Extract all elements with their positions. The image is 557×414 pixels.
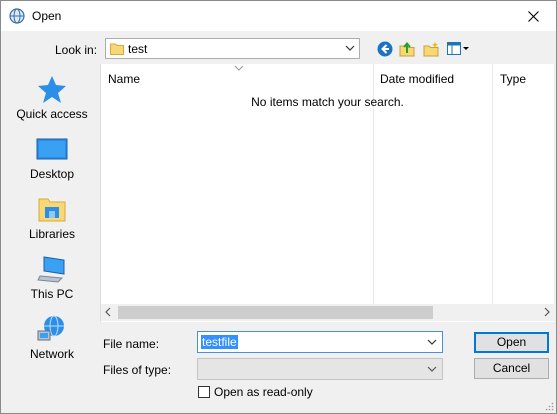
files-of-type-label: Files of type: [103,363,172,377]
look-in-label: Look in: [55,43,98,57]
read-only-label[interactable]: Open as read-only [214,385,313,399]
resize-grip-icon[interactable] [544,401,554,411]
folder-icon [110,43,124,55]
place-libraries[interactable]: Libraries [9,184,95,242]
place-label: Desktop [29,167,75,181]
computer-icon [37,256,65,283]
close-icon [527,10,539,22]
place-label: Network [29,347,74,361]
place-label: This PC [30,287,74,301]
up-folder-icon[interactable] [399,41,415,57]
chevron-down-icon [427,366,437,372]
column-name-header[interactable]: Name [108,72,140,86]
chevron-down-icon [345,45,355,51]
open-dialog: Open Look in: test Quick access Desktop … [0,0,557,414]
read-only-checkbox[interactable] [198,386,210,398]
place-label: Quick access [16,107,88,121]
empty-message: No items match your search. [251,95,404,109]
back-icon[interactable] [377,41,393,57]
place-network[interactable]: Network [9,304,95,362]
sort-chevron-icon [234,65,244,71]
file-name-label: File name: [103,337,160,351]
files-of-type-select[interactable] [197,358,443,380]
column-type-header[interactable]: Type [500,72,526,86]
place-desktop[interactable]: Desktop [9,124,95,182]
close-button[interactable] [510,1,556,31]
places-bar: Quick access Desktop Libraries This PC N… [9,64,95,369]
open-button[interactable]: Open [474,332,549,353]
network-icon [37,315,64,341]
window-title: Open [32,9,62,23]
scrollbar-thumb[interactable] [118,306,433,319]
file-name-input[interactable]: testfile [197,331,443,353]
desktop-icon [36,138,68,160]
place-this-pc[interactable]: This PC [9,244,95,302]
view-menu-icon[interactable] [447,41,471,57]
look-in-combo[interactable]: test [105,38,360,59]
place-quick-access[interactable]: Quick access [9,64,95,122]
globe-app-icon [9,8,25,24]
file-list[interactable]: Name Date modified Type No items match y… [100,64,554,322]
star-icon [38,76,66,103]
place-label: Libraries [28,227,76,241]
scroll-right-icon[interactable] [544,307,550,317]
scroll-left-icon[interactable] [105,307,111,317]
cancel-button[interactable]: Cancel [474,358,549,379]
libraries-icon [38,198,66,222]
chevron-down-icon[interactable] [427,337,437,347]
title-bar: Open [1,1,556,31]
new-folder-icon[interactable] [423,41,439,57]
column-date-modified-header[interactable]: Date modified [380,72,454,86]
horizontal-scrollbar[interactable] [101,304,554,321]
look-in-value: test [128,42,148,56]
file-name-value: testfile [201,335,238,349]
